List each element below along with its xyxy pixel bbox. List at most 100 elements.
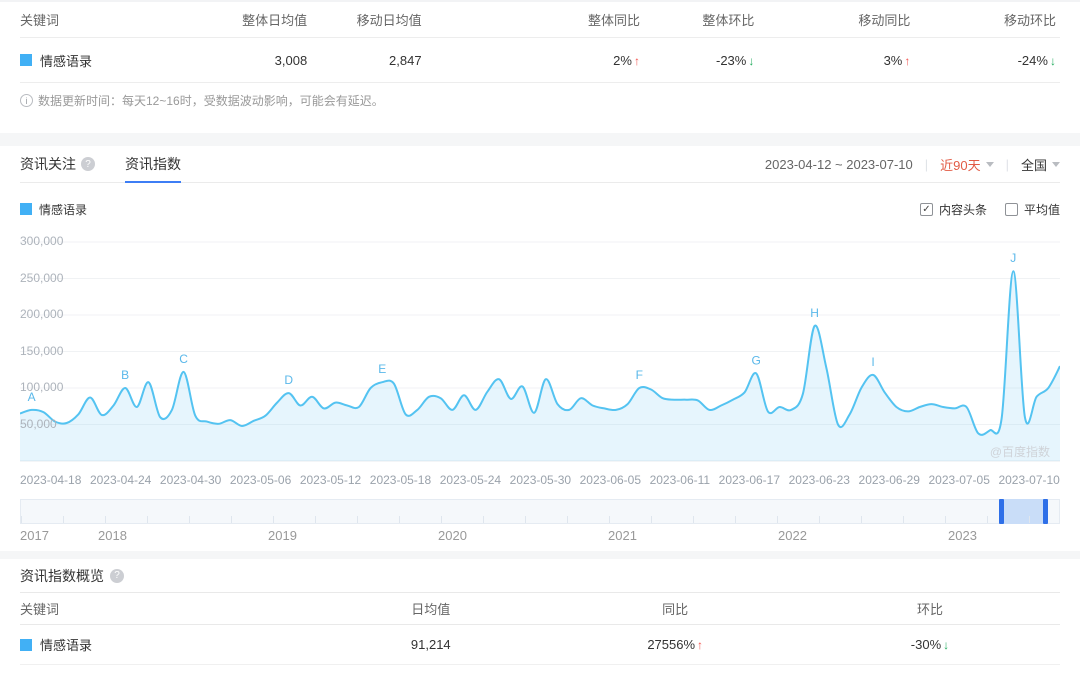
summary-card: 关键词 整体日均值 移动日均值 整体同比 整体环比 移动同比 移动环比 情感语录… [0,0,1080,133]
update-time-note: i 数据更新时间：每天12~16时，受数据波动影响，可能会有延迟。 [20,92,1060,109]
tabs: 资讯关注 ? 资讯指数 [20,146,211,182]
region-selector[interactable]: 全国 [1021,155,1060,174]
x-tick-label: 2023-06-05 [580,473,641,488]
overall-mom-value: -23%↓ [644,53,758,68]
ov-col-mom: 环比 [800,599,1060,618]
x-tick-label: 2023-06-29 [859,473,920,488]
checkbox-unchecked-icon [1005,203,1018,216]
note-text: 数据更新时间：每天12~16时，受数据波动影响，可能会有延迟。 [38,92,384,109]
peak-marker-H[interactable]: H [810,306,819,320]
year-label-2021: 2021 [608,528,637,543]
divider: | [925,157,928,172]
checkbox-label: 平均值 [1024,201,1060,218]
up-arrow-icon: ↑ [634,54,640,68]
divider: | [1006,157,1009,172]
tab-news-index-label: 资讯指数 [125,154,181,174]
x-tick-label: 2023-05-30 [510,473,571,488]
ov-daily-avg-value: 91,214 [311,637,550,652]
x-tick-label: 2023-05-12 [300,473,361,488]
section-divider [0,133,1080,146]
question-icon[interactable]: ? [81,157,95,171]
down-arrow-icon: ↓ [748,54,754,68]
question-icon[interactable]: ? [110,569,124,583]
trend-value: -23% [716,53,746,68]
trend-value: 2% [613,53,632,68]
region-label: 全国 [1021,155,1047,174]
slider-handle-right[interactable] [1043,499,1048,524]
x-tick-label: 2023-04-24 [90,473,151,488]
summary-data-row: 情感语录 3,008 2,847 2%↑ -23%↓ 3%↑ -24%↓ [20,38,1060,83]
trend-value: 3% [884,53,903,68]
x-tick-label: 2023-05-06 [230,473,291,488]
section-divider [0,551,1080,559]
trend-card: 资讯关注 ? 资讯指数 2023-04-12 ~ 2023-07-10 | 近9… [0,146,1080,551]
peak-marker-G[interactable]: G [752,353,761,367]
ov-col-keyword: 关键词 [20,599,311,618]
col-header-mobile-mom: 移动环比 [914,10,1060,29]
trend-value: -24% [1018,53,1048,68]
peak-marker-F[interactable]: F [636,368,643,382]
year-label-2018: 2018 [98,528,127,543]
checkbox-average[interactable]: 平均值 [1005,201,1060,218]
peak-marker-B[interactable]: B [121,368,129,382]
slider-selection[interactable] [1002,499,1045,524]
duration-selector[interactable]: 近90天 [940,155,993,174]
x-tick-label: 2023-05-18 [370,473,431,488]
trend-value: -30% [911,637,941,652]
col-header-mobile-daily-avg: 移动日均值 [311,10,425,29]
timeline-year-labels: 2017201820192020202120222023 [20,526,1060,547]
ov-mom-value: -30%↓ [800,637,1060,652]
overview-title-row: 资讯指数概览 ? [20,559,1060,592]
tab-news-attention-label: 资讯关注 [20,154,76,174]
x-tick-label: 2023-04-18 [20,473,81,488]
col-header-overall-yoy: 整体同比 [426,10,644,29]
overview-card: 资讯指数概览 ? 关键词 日均值 同比 环比 情感语录 91,214 27556… [0,559,1080,675]
x-tick-label: 2023-06-17 [719,473,780,488]
slider-handle-left[interactable] [999,499,1004,524]
ov-yoy-value: 27556%↑ [550,637,800,652]
x-tick-label: 2023-06-23 [789,473,850,488]
keyword-cell: 情感语录 [20,635,311,654]
checkbox-checked-icon: ✓ [920,203,933,216]
overview-title: 资讯指数概览 [20,566,104,586]
col-header-overall-daily-avg: 整体日均值 [176,10,311,29]
info-icon: i [20,94,33,107]
year-label-2020: 2020 [438,528,467,543]
chart-canvas: A B C D E F G H I J [20,228,1060,466]
keyword-color-swatch [20,54,32,66]
mobile-yoy-value: 3%↑ [758,53,914,68]
keyword-cell: 情感语录 [20,51,176,70]
trend-value: 27556% [647,637,695,652]
checkbox-content-headline[interactable]: ✓内容头条 [920,201,987,218]
ov-col-daily-avg: 日均值 [311,599,550,618]
year-label-2023: 2023 [948,528,977,543]
up-arrow-icon: ↑ [904,54,910,68]
year-label-2019: 2019 [268,528,297,543]
peak-marker-J[interactable]: J [1010,251,1016,265]
x-tick-label: 2023-04-30 [160,473,221,488]
peak-marker-A[interactable]: A [28,390,36,404]
col-header-mobile-yoy: 移动同比 [758,10,914,29]
down-arrow-icon: ↓ [1050,54,1056,68]
up-arrow-icon: ↑ [697,638,703,652]
peak-marker-I[interactable]: I [871,355,874,369]
date-range[interactable]: 2023-04-12 ~ 2023-07-10 [765,157,913,172]
chevron-down-icon [986,162,994,167]
peak-marker-E[interactable]: E [378,362,386,376]
overall-daily-avg-value: 3,008 [176,53,311,68]
x-tick-label: 2023-06-11 [650,473,711,488]
peak-marker-D[interactable]: D [284,373,293,387]
checkbox-group: ✓内容头条 平均值 [920,201,1060,218]
trend-chart[interactable]: ABCDEFGHIJ 50,000100,000150,000200,00025… [20,228,1060,466]
overview-data-row: 情感语录 91,214 27556%↑ -30%↓ [20,625,1060,665]
tab-news-attention[interactable]: 资讯关注 ? [20,146,95,182]
keyword-label: 情感语录 [40,635,92,654]
col-header-keyword: 关键词 [20,10,176,29]
down-arrow-icon: ↓ [943,638,949,652]
tab-news-index[interactable]: 资讯指数 [125,146,181,182]
summary-header-row: 关键词 整体日均值 移动日均值 整体同比 整体环比 移动同比 移动环比 [20,2,1060,38]
col-header-overall-mom: 整体环比 [644,10,758,29]
series-legend[interactable]: 情感语录 [20,201,87,218]
timeline-slider[interactable] [20,499,1060,524]
peak-marker-C[interactable]: C [179,352,188,366]
